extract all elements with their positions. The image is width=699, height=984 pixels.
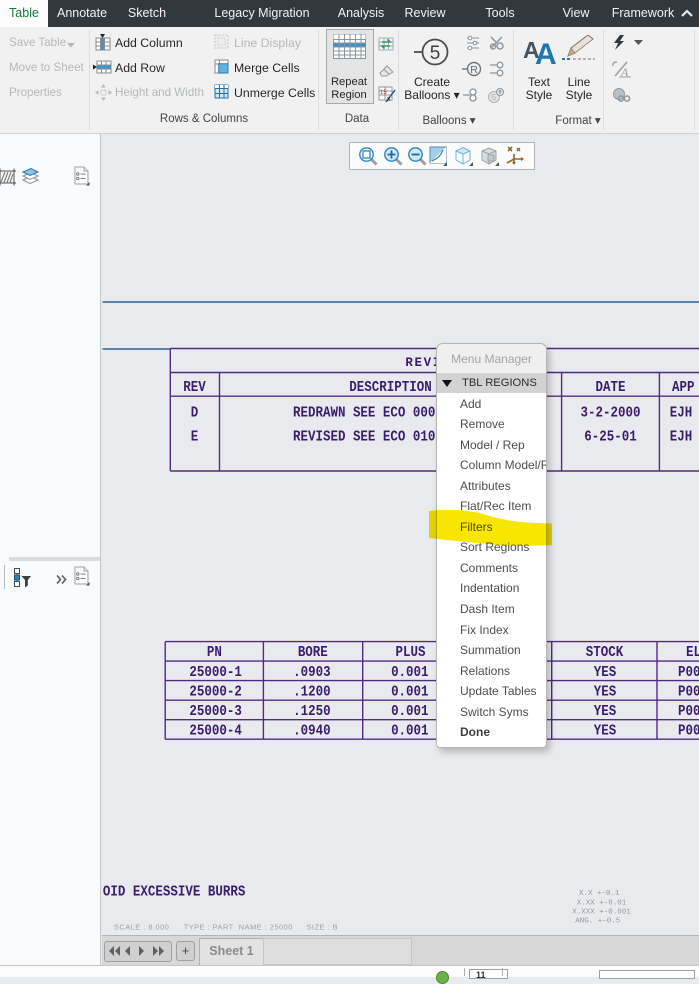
svg-text:EL: EL: [686, 645, 699, 661]
svg-text:0.001: 0.001: [391, 685, 428, 701]
svg-text:P000: P000: [678, 685, 699, 701]
svg-text:.0903: .0903: [293, 665, 330, 681]
svg-text:P000: P000: [678, 724, 699, 740]
svg-text:APP: APP: [672, 380, 694, 396]
svg-text:D: D: [191, 406, 198, 422]
svg-text:YES: YES: [594, 685, 616, 701]
svg-text:ANG. +-0.5: ANG. +-0.5: [575, 918, 621, 926]
svg-text:YES: YES: [594, 724, 616, 740]
svg-text:YES: YES: [594, 704, 616, 720]
svg-text:OID EXCESSIVE BURRS: OID EXCESSIVE BURRS: [103, 885, 245, 901]
svg-text:X.XX +-0.01: X.XX +-0.01: [577, 900, 627, 908]
svg-text:X.X +-0.1: X.X +-0.1: [579, 890, 620, 898]
svg-text:PN: PN: [207, 645, 222, 661]
svg-text:REV: REV: [183, 380, 206, 396]
svg-text:.1250: .1250: [293, 704, 330, 720]
svg-text:E: E: [191, 429, 198, 445]
svg-text:0.001: 0.001: [391, 724, 428, 740]
svg-text:REVISED SEE ECO 0103: REVISED SEE ECO 0103: [293, 429, 443, 445]
svg-text:25000-1: 25000-1: [189, 665, 241, 681]
svg-text:6-25-01: 6-25-01: [584, 429, 636, 445]
svg-text:25000-4: 25000-4: [189, 724, 241, 740]
svg-text:STOCK: STOCK: [586, 645, 624, 661]
svg-text:0.001: 0.001: [391, 665, 428, 681]
svg-text:SCALE : 8.000: SCALE : 8.000: [114, 923, 169, 932]
svg-text:.1200: .1200: [293, 685, 330, 701]
svg-text:NAME : 25000: NAME : 25000: [239, 923, 293, 932]
svg-text:25000-3: 25000-3: [189, 704, 241, 720]
svg-text:EJH: EJH: [670, 429, 692, 445]
svg-text:DESCRIPTION: DESCRIPTION: [349, 380, 431, 396]
svg-text:DATE: DATE: [595, 380, 625, 396]
svg-text:0.001: 0.001: [391, 704, 428, 720]
svg-text:X.XXX +-0.001: X.XXX +-0.001: [572, 909, 631, 917]
svg-text:P000: P000: [678, 704, 699, 720]
svg-text:PLUS: PLUS: [395, 645, 425, 661]
svg-text:YES: YES: [594, 665, 616, 681]
svg-text:3-2-2000: 3-2-2000: [580, 406, 640, 422]
svg-text:P000: P000: [678, 665, 699, 681]
svg-text:REDRAWN SEE ECO 0001: REDRAWN SEE ECO 0001: [293, 406, 443, 422]
svg-text:TYPE : PART: TYPE : PART: [184, 923, 234, 932]
svg-text:EJH: EJH: [670, 406, 692, 422]
svg-text:BORE: BORE: [298, 645, 328, 661]
svg-text:.0940: .0940: [293, 724, 330, 740]
svg-text:SIZE : B: SIZE : B: [307, 923, 339, 932]
svg-text:25000-2: 25000-2: [189, 685, 241, 701]
